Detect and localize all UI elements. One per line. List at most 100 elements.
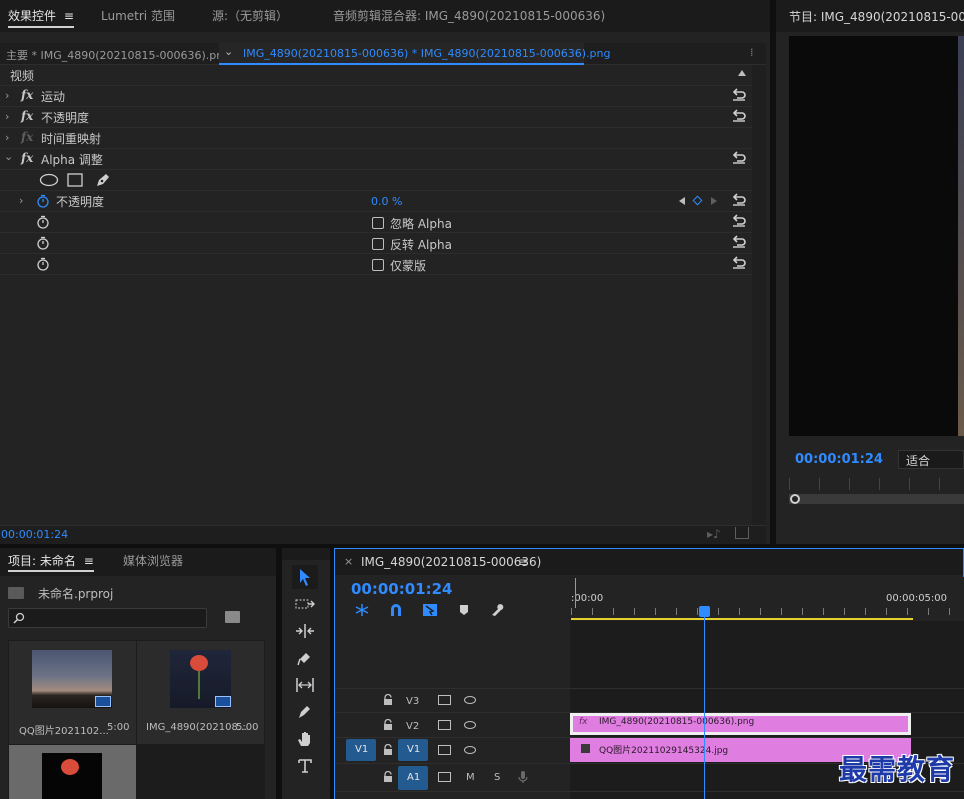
- new-bin-search-icon[interactable]: [225, 611, 240, 623]
- project-item-sequence[interactable]: [9, 745, 136, 799]
- rectangle-mask-icon[interactable]: [67, 173, 83, 187]
- tab-effect-controls[interactable]: 效果控件 ≡: [8, 0, 74, 32]
- program-monitor-title[interactable]: 节目: IMG_4890(20210815-000636: [789, 8, 964, 25]
- lock-icon[interactable]: [383, 694, 393, 706]
- ignore-alpha-checkbox[interactable]: [372, 217, 384, 229]
- linked-selection-icon[interactable]: [422, 603, 438, 617]
- type-tool[interactable]: [292, 754, 318, 778]
- master-clip-label[interactable]: 主要 * IMG_4890(20210815-000636).png: [6, 47, 230, 63]
- reset-icon[interactable]: [731, 192, 747, 208]
- fit-dropdown[interactable]: 适合: [898, 450, 964, 469]
- panel-menu-icon[interactable]: ≡: [64, 9, 74, 23]
- reset-icon[interactable]: [731, 87, 747, 103]
- export-icon[interactable]: [735, 527, 749, 539]
- stopwatch-icon[interactable]: [36, 236, 50, 250]
- mute-button[interactable]: M: [466, 772, 475, 783]
- panel-menu-icon[interactable]: ≡: [84, 554, 94, 568]
- expand-chevron-icon[interactable]: ›: [5, 89, 9, 102]
- stopwatch-icon-active[interactable]: [36, 194, 50, 208]
- fx-icon[interactable]: fx: [21, 109, 33, 123]
- expand-chevron-icon[interactable]: ›: [19, 194, 23, 207]
- snap-nest-icon[interactable]: [354, 603, 370, 617]
- lock-icon[interactable]: [383, 744, 393, 756]
- track-select-tool[interactable]: [292, 592, 318, 616]
- pen-tool[interactable]: [292, 700, 318, 724]
- collapse-chevron-icon[interactable]: ⌄: [4, 150, 13, 163]
- selection-tool[interactable]: [292, 565, 318, 589]
- hand-tool[interactable]: [292, 727, 318, 751]
- effect-row-motion[interactable]: › fx 运动: [0, 86, 752, 107]
- sync-lock-icon[interactable]: [438, 745, 451, 755]
- next-keyframe-icon[interactable]: [711, 197, 717, 205]
- program-playhead[interactable]: [790, 494, 800, 504]
- add-keyframe-icon[interactable]: [692, 195, 703, 206]
- stopwatch-icon[interactable]: [36, 215, 50, 229]
- pen-mask-icon[interactable]: [94, 172, 112, 188]
- add-marker-icon[interactable]: [458, 604, 470, 616]
- project-search-input[interactable]: [8, 608, 207, 628]
- eye-icon[interactable]: [464, 746, 476, 754]
- scroll-up-icon[interactable]: [738, 70, 746, 76]
- fx-icon[interactable]: fx: [21, 88, 33, 102]
- clip-v2[interactable]: fx IMG_4890(20210815-000636).png: [570, 713, 911, 735]
- reset-icon[interactable]: [731, 213, 747, 229]
- reset-icon[interactable]: [731, 255, 747, 271]
- lock-icon[interactable]: [383, 771, 393, 783]
- invert-alpha-checkbox[interactable]: [372, 238, 384, 250]
- razor-tool[interactable]: [292, 646, 318, 670]
- tab-media-browser[interactable]: 媒体浏览器: [123, 548, 183, 576]
- playhead-handle[interactable]: [699, 606, 710, 617]
- program-scrub-bar[interactable]: [789, 494, 964, 504]
- export-frame-icon[interactable]: ▸♪: [707, 527, 721, 541]
- sync-lock-icon[interactable]: [438, 720, 451, 730]
- track-v1-target[interactable]: V1: [398, 739, 428, 761]
- ripple-edit-tool[interactable]: [292, 619, 318, 643]
- tab-lumetri-scopes[interactable]: Lumetri 范围: [101, 0, 175, 32]
- eye-icon[interactable]: [464, 696, 476, 704]
- panel-expand-icon[interactable]: ⁞: [750, 46, 754, 59]
- sequence-dropdown-icon[interactable]: ⌄: [224, 45, 233, 58]
- fx-icon[interactable]: fx: [21, 151, 33, 165]
- snap-magnet-icon[interactable]: [388, 603, 404, 617]
- reset-icon[interactable]: [731, 108, 747, 124]
- wrench-icon[interactable]: [490, 603, 506, 617]
- microphone-icon[interactable]: [518, 770, 528, 784]
- tab-project[interactable]: 项目: 未命名 ≡: [8, 548, 94, 576]
- program-timecode[interactable]: 00:00:01:24: [795, 452, 883, 467]
- lock-icon[interactable]: [383, 719, 393, 731]
- effect-row-alpha-adjust[interactable]: ⌄ fx Alpha 调整: [0, 149, 752, 170]
- sequence-clip-label[interactable]: IMG_4890(20210815-000636) * IMG_4890(202…: [243, 47, 611, 60]
- expand-chevron-icon[interactable]: ›: [5, 110, 9, 123]
- work-area-bar[interactable]: [571, 618, 913, 620]
- source-patch-v1[interactable]: V1: [346, 739, 376, 761]
- effects-timecode[interactable]: 00:00:01:24: [1, 528, 68, 541]
- param-opacity-value[interactable]: 0.0 %: [371, 195, 402, 208]
- timeline-timecode[interactable]: 00:00:01:24: [351, 580, 453, 598]
- program-ruler[interactable]: [789, 478, 964, 490]
- slip-tool[interactable]: [292, 673, 318, 697]
- prev-keyframe-icon[interactable]: [679, 197, 685, 205]
- tab-audio-clip-mixer[interactable]: 音频剪辑混合器: IMG_4890(20210815-000636): [333, 0, 605, 32]
- project-item-img[interactable]: IMG_4890(202108... 5:00: [137, 641, 264, 744]
- timeline-close-icon[interactable]: ×: [344, 555, 353, 568]
- effect-row-time-remap[interactable]: › fx 时间重映射: [0, 128, 752, 149]
- effect-row-opacity[interactable]: › fx 不透明度: [0, 107, 752, 128]
- eye-icon[interactable]: [464, 721, 476, 729]
- track-v2-label[interactable]: V2: [406, 721, 419, 732]
- panel-menu-icon[interactable]: ≡: [518, 555, 528, 569]
- track-a1-target[interactable]: A1: [398, 766, 428, 790]
- sync-lock-icon[interactable]: [438, 695, 451, 705]
- project-item-qq[interactable]: QQ图片2021102... 5:00: [9, 641, 136, 744]
- timeline-title[interactable]: IMG_4890(20210815-000636): [361, 555, 541, 569]
- solo-button[interactable]: S: [494, 772, 500, 783]
- mask-only-checkbox[interactable]: [372, 259, 384, 271]
- ellipse-mask-icon[interactable]: [39, 173, 59, 187]
- reset-icon[interactable]: [731, 234, 747, 250]
- reset-icon[interactable]: [731, 150, 747, 166]
- sync-lock-icon[interactable]: [438, 772, 451, 782]
- stopwatch-icon[interactable]: [36, 257, 50, 271]
- expand-chevron-icon[interactable]: ›: [5, 131, 9, 144]
- param-row-opacity[interactable]: › 不透明度 0.0 %: [0, 191, 752, 212]
- track-v3-label[interactable]: V3: [406, 696, 419, 707]
- tab-source[interactable]: 源:（无剪辑）: [212, 0, 288, 32]
